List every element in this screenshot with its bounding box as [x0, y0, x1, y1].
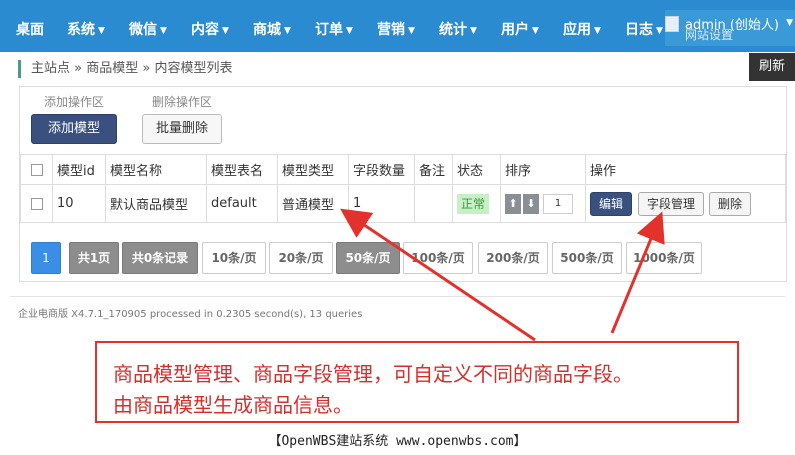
refresh-button[interactable]: 刷新 — [749, 53, 795, 81]
cell-type: 普通模型 — [277, 184, 349, 223]
col-header-table-name: 模型表名 — [206, 154, 278, 185]
caption: 【OpenWBS建站系统 www.openwbs.com】 — [268, 434, 527, 449]
page-size-1000[interactable]: 1000条/页 — [626, 242, 702, 274]
page-size-100[interactable]: 100条/页 — [403, 242, 473, 274]
divider — [10, 296, 785, 297]
status-badge: 正常 — [457, 194, 490, 214]
row-checkbox[interactable] — [30, 197, 43, 210]
page-size-50[interactable]: 50条/页 — [336, 242, 400, 274]
breadcrumb-current: 内容模型列表 — [154, 61, 233, 76]
caret-down-icon: ▼ — [160, 26, 167, 36]
col-header-name: 模型名称 — [105, 154, 207, 185]
nav-item-wechat[interactable]: 微信 ▼ — [129, 0, 167, 52]
add-model-button[interactable]: 添加模型 — [31, 114, 117, 144]
col-header-remark: 备注 — [414, 154, 453, 185]
caret-down-icon: ▼ — [786, 18, 793, 28]
nav-item-apps[interactable]: 应用 ▼ — [563, 0, 601, 52]
cell-table-name: default — [206, 184, 278, 223]
cell-id: 10 — [52, 184, 106, 223]
nav-item-logs[interactable]: 日志 ▼ — [625, 0, 663, 52]
caret-down-icon: ▼ — [656, 26, 663, 36]
col-header-status: 状态 — [452, 154, 501, 185]
breadcrumb: 主站点 » 商品模型 » 内容模型列表 — [18, 60, 233, 78]
user-avatar-icon — [665, 16, 679, 32]
delete-button[interactable]: 删除 — [709, 191, 752, 216]
col-header-id: 模型id — [52, 154, 106, 185]
cell-remark — [414, 184, 453, 223]
nav-item-marketing[interactable]: 营销 ▼ — [377, 0, 415, 52]
nav-item-mall[interactable]: 商城 ▼ — [253, 0, 291, 52]
footer-version: 企业电商版 X4.7.1_170905 processed in 0.2305 … — [18, 309, 363, 320]
breadcrumb-sep: » — [74, 61, 83, 76]
content-panel: 添加操作区 删除操作区 添加模型 批量删除 模型id 模型名称 模型表名 模型类… — [19, 86, 787, 282]
nav-item-stats[interactable]: 统计 ▼ — [439, 0, 477, 52]
caret-down-icon: ▼ — [470, 26, 477, 36]
caret-down-icon: ▼ — [346, 26, 353, 36]
nav-item-orders[interactable]: 订单 ▼ — [315, 0, 353, 52]
total-records-label: 共0条记录 — [122, 242, 198, 274]
page-size-20[interactable]: 20条/页 — [269, 242, 333, 274]
breadcrumb-level1[interactable]: 商品模型 — [86, 61, 138, 76]
batch-delete-button[interactable]: 批量删除 — [142, 114, 222, 144]
annotation-line-2: 由商品模型生成商品信息。 — [113, 393, 353, 417]
nav-item-content[interactable]: 内容 ▼ — [191, 0, 229, 52]
caret-down-icon: ▼ — [222, 26, 229, 36]
model-table: 模型id 模型名称 模型表名 模型类型 字段数量 备注 状态 排序 操作 10 … — [20, 154, 786, 223]
breadcrumb-sep: » — [142, 61, 151, 76]
sort-control: ⬆ ⬇ 1 — [505, 193, 573, 214]
nav-item-system[interactable]: 系统 ▼ — [67, 0, 105, 52]
annotation-box: 商品模型管理、商品字段管理，可自定义不同的商品字段。 由商品模型生成商品信息。 — [95, 341, 739, 423]
col-header-actions: 操作 — [585, 154, 786, 185]
page-size-10[interactable]: 10条/页 — [202, 242, 266, 274]
caret-down-icon: ▼ — [408, 26, 415, 36]
arrow-down-icon[interactable]: ⬇ — [523, 193, 539, 214]
page-size-500[interactable]: 500条/页 — [552, 242, 622, 274]
col-header-type: 模型类型 — [277, 154, 349, 185]
nav-item-users[interactable]: 用户 ▼ — [501, 0, 539, 52]
table-row: 10 默认商品模型 default 普通模型 1 正常 ⬆ ⬇ 1 编辑 字段管理 删除 — [20, 184, 786, 223]
cell-name: 默认商品模型 — [105, 184, 207, 223]
caret-down-icon: ▼ — [594, 26, 601, 36]
row-select-cell — [20, 184, 53, 223]
cell-field-count: 1 — [348, 184, 415, 223]
cell-status: 正常 — [452, 184, 501, 223]
page-1-button[interactable]: 1 — [31, 242, 61, 274]
breadcrumb-root[interactable]: 主站点 — [31, 61, 70, 76]
col-header-sort: 排序 — [500, 154, 586, 185]
arrow-up-icon[interactable]: ⬆ — [505, 193, 521, 214]
user-menu[interactable]: 网站设置 admin (创始人) ▼ — [665, 10, 795, 46]
select-all-checkbox[interactable] — [30, 163, 43, 176]
caret-down-icon: ▼ — [532, 26, 539, 36]
select-all-cell — [20, 154, 53, 185]
user-name: admin (创始人) — [685, 18, 780, 33]
col-header-field-count: 字段数量 — [348, 154, 415, 185]
nav-item-desktop[interactable]: 桌面 — [16, 0, 44, 52]
top-nav: 桌面 系统 ▼ 微信 ▼ 内容 ▼ 商城 ▼ 订单 ▼ 营销 ▼ 统计 ▼ 用户 ▼ 应用 ▼ 日… — [0, 0, 795, 52]
field-manage-button[interactable]: 字段管理 — [638, 191, 705, 216]
edit-button[interactable]: 编辑 — [590, 191, 633, 216]
caret-down-icon: ▼ — [98, 26, 105, 36]
total-pages-label: 共1页 — [69, 242, 119, 274]
caret-down-icon: ▼ — [284, 26, 291, 36]
cell-sort: ⬆ ⬇ 1 — [500, 184, 586, 223]
add-group-label: 添加操作区 — [44, 95, 105, 109]
sort-input[interactable]: 1 — [543, 193, 573, 214]
annotation-line-1: 商品模型管理、商品字段管理，可自定义不同的商品字段。 — [113, 362, 633, 386]
delete-group-label: 删除操作区 — [152, 95, 213, 109]
page-size-200[interactable]: 200条/页 — [478, 242, 548, 274]
table-header-row: 模型id 模型名称 模型表名 模型类型 字段数量 备注 状态 排序 操作 — [20, 154, 786, 185]
cell-actions: 编辑 字段管理 删除 — [585, 184, 786, 223]
